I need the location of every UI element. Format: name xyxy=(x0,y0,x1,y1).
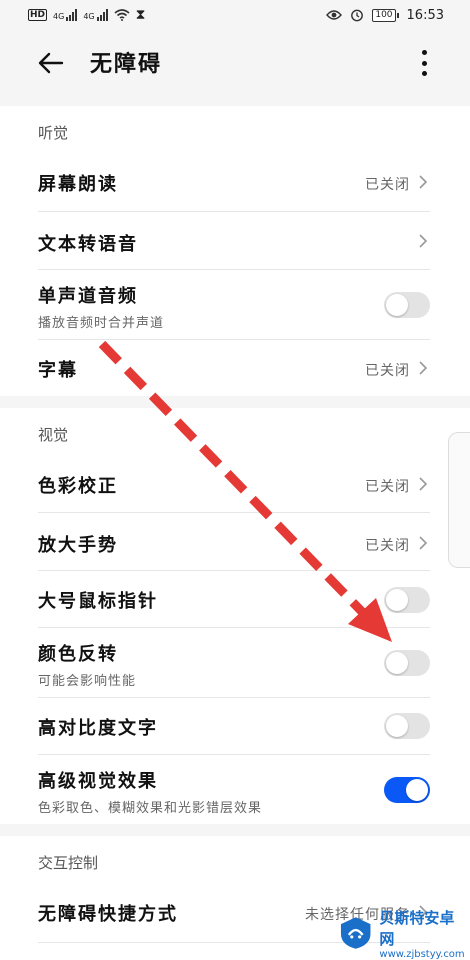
battery-level: 100 xyxy=(372,8,396,22)
row-subtitle: 播放音频时合并声道 xyxy=(38,316,165,331)
alarm-icon xyxy=(351,9,364,22)
chevron-right-icon xyxy=(419,361,428,375)
row-label: 文本转语音 xyxy=(38,234,138,255)
battery-icon: 100 xyxy=(372,8,399,22)
row-advanced-visual-effects[interactable]: 高级视觉效果 色彩取色、模糊效果和光影错层效果 xyxy=(0,755,470,823)
mono-audio-toggle[interactable] xyxy=(384,292,430,318)
clock: 16:53 xyxy=(406,7,444,23)
row-label: 放大手势 xyxy=(38,535,118,556)
watermark-url: www.zjbstyy.com xyxy=(379,948,465,960)
row-text-to-speech[interactable]: 文本转语音 xyxy=(0,212,470,270)
watermark-name: 贝斯特安卓网 xyxy=(379,908,455,948)
network-type-label: 4G xyxy=(53,12,65,21)
row-label: 高级视觉效果 xyxy=(38,771,158,792)
color-inversion-toggle[interactable] xyxy=(384,650,430,676)
brand-logo-icon xyxy=(340,917,371,949)
watermark: 贝斯特安卓网 www.zjbstyy.com xyxy=(338,908,468,960)
row-label: 屏幕朗读 xyxy=(38,174,118,195)
high-contrast-toggle[interactable] xyxy=(384,713,430,739)
row-label: 颜色反转 xyxy=(38,644,118,665)
back-arrow-icon[interactable] xyxy=(38,52,64,74)
hourglass-icon: ⧗ xyxy=(135,7,146,23)
row-subtitle: 色彩取色、模糊效果和光影错层效果 xyxy=(38,801,263,816)
eye-icon xyxy=(326,10,343,20)
advanced-visual-effects-toggle[interactable] xyxy=(384,777,430,803)
section-title-interaction: 交互控制 xyxy=(38,854,99,872)
row-label: 字幕 xyxy=(38,360,78,381)
chevron-right-icon xyxy=(419,234,428,248)
row-label: 单声道音频 xyxy=(38,286,138,307)
row-value: 已关闭 xyxy=(365,363,410,379)
row-subtitle: 可能会影响性能 xyxy=(38,674,137,689)
signal-icon: 4G xyxy=(53,9,78,21)
row-value: 已关闭 xyxy=(365,177,410,193)
chevron-right-icon xyxy=(419,536,428,550)
row-label: 无障碍快捷方式 xyxy=(38,904,178,925)
row-label: 高对比度文字 xyxy=(38,718,158,739)
row-subtitles[interactable]: 字幕 已关闭 xyxy=(0,340,470,396)
vision-section: 视觉 色彩校正 已关闭 放大手势 已关闭 大号鼠标指针 颜色反转 可能会影响性能… xyxy=(0,408,470,824)
wifi-icon xyxy=(114,9,130,21)
row-value: 已关闭 xyxy=(365,538,410,554)
row-screen-reader[interactable]: 屏幕朗读 已关闭 xyxy=(0,152,470,212)
app-bar: 无障碍 xyxy=(0,30,470,96)
row-value: 已关闭 xyxy=(365,479,410,495)
scroll-indicator[interactable] xyxy=(448,432,470,568)
row-magnification[interactable]: 放大手势 已关闭 xyxy=(0,513,470,571)
row-mono-audio[interactable]: 单声道音频 播放音频时合并声道 xyxy=(0,270,470,340)
row-high-contrast-text[interactable]: 高对比度文字 xyxy=(0,698,470,754)
status-bar: HD 4G 4G ⧗ 100 16:53 xyxy=(0,0,470,30)
row-color-inversion[interactable]: 颜色反转 可能会影响性能 xyxy=(0,628,470,698)
row-label: 色彩校正 xyxy=(38,476,118,497)
large-pointer-toggle[interactable] xyxy=(384,587,430,613)
row-color-correction[interactable]: 色彩校正 已关闭 xyxy=(0,454,470,512)
section-title-hearing: 听觉 xyxy=(38,124,69,142)
chevron-right-icon xyxy=(419,477,428,491)
network-type-label-2: 4G xyxy=(83,12,95,21)
signal-icon-2: 4G xyxy=(83,9,108,21)
page-title: 无障碍 xyxy=(90,51,163,77)
hd-icon: HD xyxy=(28,9,48,21)
chevron-right-icon xyxy=(419,175,428,189)
row-large-pointer[interactable]: 大号鼠标指针 xyxy=(0,571,470,627)
more-options-icon[interactable] xyxy=(418,50,430,76)
section-title-vision: 视觉 xyxy=(38,426,69,444)
hearing-section: 听觉 屏幕朗读 已关闭 文本转语音 单声道音频 播放音频时合并声道 字幕 已关闭 xyxy=(0,106,470,396)
row-label: 大号鼠标指针 xyxy=(38,591,158,612)
